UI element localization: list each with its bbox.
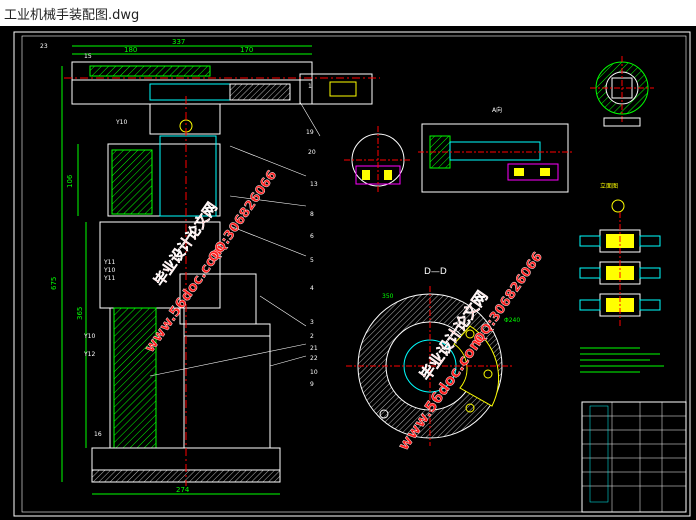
- detail-circle-view: [344, 126, 412, 192]
- part-number: Y10: [103, 267, 115, 274]
- dim-top-left: 180: [124, 46, 137, 54]
- part-number: Y11: [103, 259, 115, 266]
- dim-350: 350: [382, 293, 394, 300]
- cad-drawing-viewport[interactable]: 337 180 170 675 106 365 274 23 15 Y10 Y1…: [0, 26, 696, 520]
- part-number: 1: [308, 83, 312, 90]
- title-block: [581, 401, 687, 513]
- top-right-round-detail: [590, 56, 654, 127]
- part-number: 6: [310, 233, 314, 240]
- part-number: 5: [310, 257, 314, 264]
- part-number: 10: [310, 369, 318, 376]
- valve-stack-view: [579, 199, 661, 326]
- part-number: 13: [310, 181, 318, 188]
- detail-caption: A向: [492, 106, 502, 114]
- part-number: 9: [310, 381, 314, 388]
- dim-side-height: 675: [50, 277, 58, 290]
- watermark-qq: QQ:306826066: [206, 168, 281, 266]
- part-number: Y12: [83, 351, 95, 358]
- part-number: 23: [40, 43, 48, 50]
- technical-notes: [580, 347, 664, 373]
- dim-diameter: Φ240: [504, 317, 520, 324]
- detail-caption: 立面图: [600, 182, 618, 190]
- part-number: 21: [310, 345, 318, 352]
- part-number: 16: [94, 431, 102, 438]
- window-title: 工业机械手装配图.dwg: [4, 8, 140, 23]
- dim-lower-height: 365: [76, 307, 84, 320]
- dim-mid-height: 106: [66, 174, 74, 188]
- part-number: 3: [310, 319, 314, 326]
- part-number: 20: [308, 149, 316, 156]
- part-number: 8: [310, 211, 314, 218]
- part-number: 15: [84, 53, 92, 60]
- title-bar: 工业机械手装配图.dwg: [0, 0, 696, 26]
- dim-bottom-width: 274: [176, 486, 190, 494]
- dim-top-right: 170: [240, 46, 253, 54]
- part-number: Y10: [115, 119, 127, 126]
- dim-top-total: 337: [172, 38, 185, 46]
- part-number: 4: [310, 285, 314, 292]
- part-number: 2: [310, 333, 314, 340]
- part-number: Y10: [83, 333, 95, 340]
- part-number: 22: [310, 355, 318, 362]
- part-number: Y11: [103, 275, 115, 282]
- detail-section-view: [418, 123, 572, 193]
- part-number: 19: [306, 129, 314, 136]
- section-label: D—D: [424, 267, 447, 277]
